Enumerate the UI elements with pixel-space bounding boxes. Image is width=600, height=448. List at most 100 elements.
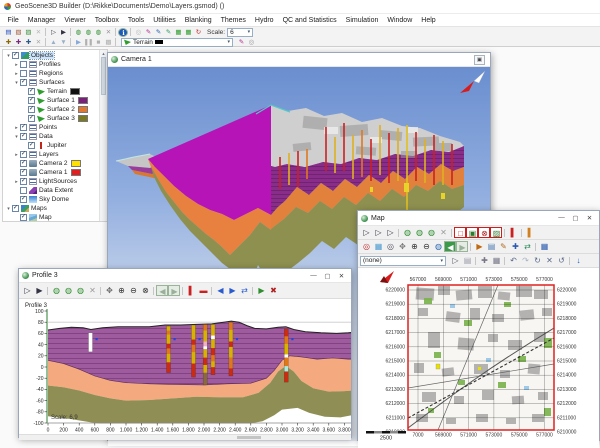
checkbox[interactable]: ✓ bbox=[20, 133, 27, 140]
profile-window-titlebar[interactable]: Profile 3 —▢✕ bbox=[19, 269, 351, 283]
select-cursor-icon[interactable]: ▷ bbox=[48, 28, 58, 37]
menu-manager[interactable]: Manager bbox=[23, 17, 60, 24]
scrollbar-thumb[interactable] bbox=[237, 436, 261, 439]
profile-hscrollbar[interactable] bbox=[19, 434, 351, 440]
database-edit-icon[interactable]: ◍ bbox=[74, 285, 86, 296]
checkbox[interactable]: ✓ bbox=[20, 160, 27, 167]
zoom-selection-icon[interactable]: ⊗ bbox=[478, 227, 490, 238]
scrollbar-thumb[interactable] bbox=[101, 57, 106, 95]
tree-item-regions[interactable]: ▸Regions bbox=[3, 69, 99, 78]
camera-window-titlebar[interactable]: Camera 1 ▣ bbox=[108, 53, 490, 67]
menu-help[interactable]: Help bbox=[417, 17, 440, 24]
checkbox[interactable]: ✓ bbox=[20, 124, 27, 131]
tree-item-terrain[interactable]: ✓Terrain bbox=[3, 87, 99, 96]
checkbox[interactable]: ✓ bbox=[20, 196, 27, 203]
tree-item-maps[interactable]: ▾✓Maps bbox=[3, 204, 99, 213]
zoom-data-icon[interactable]: ▨ bbox=[490, 227, 502, 238]
map-view[interactable]: 5670005690005710005730005750005770007000… bbox=[358, 268, 599, 443]
select-object-cursor-icon[interactable]: ▶ bbox=[58, 28, 68, 37]
import-down-icon[interactable]: ↓ bbox=[572, 255, 584, 266]
layer-list-icon[interactable]: ▤ bbox=[461, 255, 473, 266]
close-button[interactable]: ✕ bbox=[585, 214, 594, 222]
zoom-out-icon[interactable]: ⊖ bbox=[127, 285, 139, 296]
select-rect-icon[interactable]: ▷ bbox=[372, 227, 384, 238]
edit-surface-icon[interactable]: ✎ bbox=[236, 38, 246, 47]
active-surface-select[interactable]: Terrain ▾ bbox=[121, 38, 233, 47]
rotate-icon[interactable]: ↻ bbox=[531, 255, 543, 266]
checkbox[interactable]: ✓ bbox=[20, 169, 27, 176]
dart-green-icon[interactable]: ✎ bbox=[163, 28, 173, 37]
database-open-icon[interactable]: ◍ bbox=[401, 227, 413, 238]
tree-item-data[interactable]: ▾✓Data bbox=[3, 132, 99, 141]
import-model-icon[interactable]: ▨ bbox=[23, 28, 33, 37]
move-down-icon[interactable]: ▼ bbox=[58, 38, 68, 47]
checkbox[interactable]: ✓ bbox=[12, 52, 19, 59]
magnify-red-icon[interactable]: ◎ bbox=[360, 241, 372, 252]
maximize-button[interactable]: ▢ bbox=[323, 272, 332, 280]
delete-node-icon[interactable]: ✕ bbox=[543, 255, 555, 266]
close-profile-icon[interactable]: ✖ bbox=[267, 285, 279, 296]
expander-icon[interactable]: ▸ bbox=[13, 179, 20, 185]
tree-item-camera-2[interactable]: ✓Camera 2 bbox=[3, 159, 99, 168]
tree-scrollbar[interactable]: ▲ bbox=[99, 50, 107, 221]
play-icon[interactable]: ▶ bbox=[73, 38, 83, 47]
checkbox[interactable]: ✓ bbox=[20, 79, 27, 86]
stop-icon[interactable]: ■ bbox=[93, 38, 103, 47]
tree-item-layers[interactable]: ▸✓Layers bbox=[3, 150, 99, 159]
scroll-up-icon[interactable]: ▲ bbox=[100, 50, 107, 57]
hand-pan-icon[interactable]: ✥ bbox=[103, 285, 115, 296]
database-edit-icon[interactable]: ◍ bbox=[425, 227, 437, 238]
checkbox[interactable]: ✓ bbox=[12, 205, 19, 212]
checkbox[interactable]: ✓ bbox=[20, 214, 27, 221]
menu-simulation[interactable]: Simulation bbox=[341, 17, 383, 24]
checkbox[interactable]: ✓ bbox=[28, 142, 35, 149]
tree-item-profiles[interactable]: ▸Profiles bbox=[3, 60, 99, 69]
maximize-button[interactable]: ▢ bbox=[571, 214, 580, 222]
checkbox[interactable]: ✓ bbox=[28, 97, 35, 104]
menu-file[interactable]: File bbox=[3, 17, 23, 24]
expander-icon[interactable]: ▸ bbox=[13, 125, 20, 131]
vertical-marker-icon[interactable]: ▌ bbox=[185, 285, 197, 296]
refresh-red-icon[interactable]: ↻ bbox=[193, 28, 203, 37]
frames-icon[interactable]: ▩ bbox=[103, 38, 113, 47]
remove-drill-icon[interactable]: ✕ bbox=[33, 38, 43, 47]
grid-green-icon[interactable]: ▦ bbox=[173, 28, 183, 37]
database-open-icon[interactable]: ◍ bbox=[73, 28, 83, 37]
profile-chart[interactable]: 100806040200-20-40-60-80-100020040060080… bbox=[19, 299, 351, 434]
prev-view-icon[interactable]: ◀ bbox=[156, 285, 168, 296]
expander-icon[interactable]: ▸ bbox=[13, 152, 20, 158]
step-back-icon[interactable]: ◀ bbox=[214, 285, 226, 296]
swap-icon[interactable]: ⇄ bbox=[521, 241, 533, 252]
map-window-titlebar[interactable]: Map —▢✕ bbox=[358, 211, 599, 226]
close-button[interactable]: ✕ bbox=[337, 272, 346, 280]
tree-item-map[interactable]: ✓Map bbox=[3, 213, 99, 222]
tree-item-jupiter[interactable]: ✓Jupiter bbox=[3, 141, 99, 150]
hand-pan-icon[interactable]: ✥ bbox=[396, 241, 408, 252]
checkbox[interactable]: ✓ bbox=[28, 106, 35, 113]
database-edit-icon[interactable]: ◍ bbox=[93, 28, 103, 37]
menu-toolbox[interactable]: Toolbox bbox=[90, 17, 123, 24]
tree-item-camera-1[interactable]: ✓Camera 1 bbox=[3, 168, 99, 177]
zoom-layer-icon[interactable]: ▣ bbox=[466, 227, 478, 238]
expander-icon[interactable]: ▾ bbox=[13, 80, 20, 86]
world-icon[interactable]: ◍ bbox=[432, 241, 444, 252]
borehole-tool-icon[interactable]: ▌ bbox=[524, 227, 536, 238]
tree-item-surface-3[interactable]: ✓Surface 3 bbox=[3, 114, 99, 123]
tree-item-objects[interactable]: ▾✓Objects bbox=[3, 51, 99, 60]
checkbox[interactable] bbox=[20, 61, 27, 68]
move-drill-icon[interactable]: ✚ bbox=[13, 38, 23, 47]
zoom-in-icon[interactable]: ⊕ bbox=[408, 241, 420, 252]
database-refresh-icon[interactable]: ◍ bbox=[413, 227, 425, 238]
tree-item-points[interactable]: ▸✓Points bbox=[3, 123, 99, 132]
float-button[interactable]: ▣ bbox=[474, 55, 485, 65]
minimize-button[interactable]: — bbox=[557, 214, 566, 222]
profile-tool-icon[interactable]: ▌ bbox=[507, 227, 519, 238]
draw-pen-icon[interactable]: ▷ bbox=[449, 255, 461, 266]
step-forward-icon[interactable]: ▶ bbox=[226, 285, 238, 296]
select-cursor-icon[interactable]: ▷ bbox=[360, 227, 372, 238]
next-view-icon[interactable]: ▶ bbox=[168, 285, 180, 296]
apply-icon[interactable]: ▶ bbox=[255, 285, 267, 296]
database-refresh-icon[interactable]: ◍ bbox=[83, 28, 93, 37]
redo-icon[interactable]: ↷ bbox=[519, 255, 531, 266]
pause-icon[interactable]: ❚❚ bbox=[83, 38, 93, 47]
